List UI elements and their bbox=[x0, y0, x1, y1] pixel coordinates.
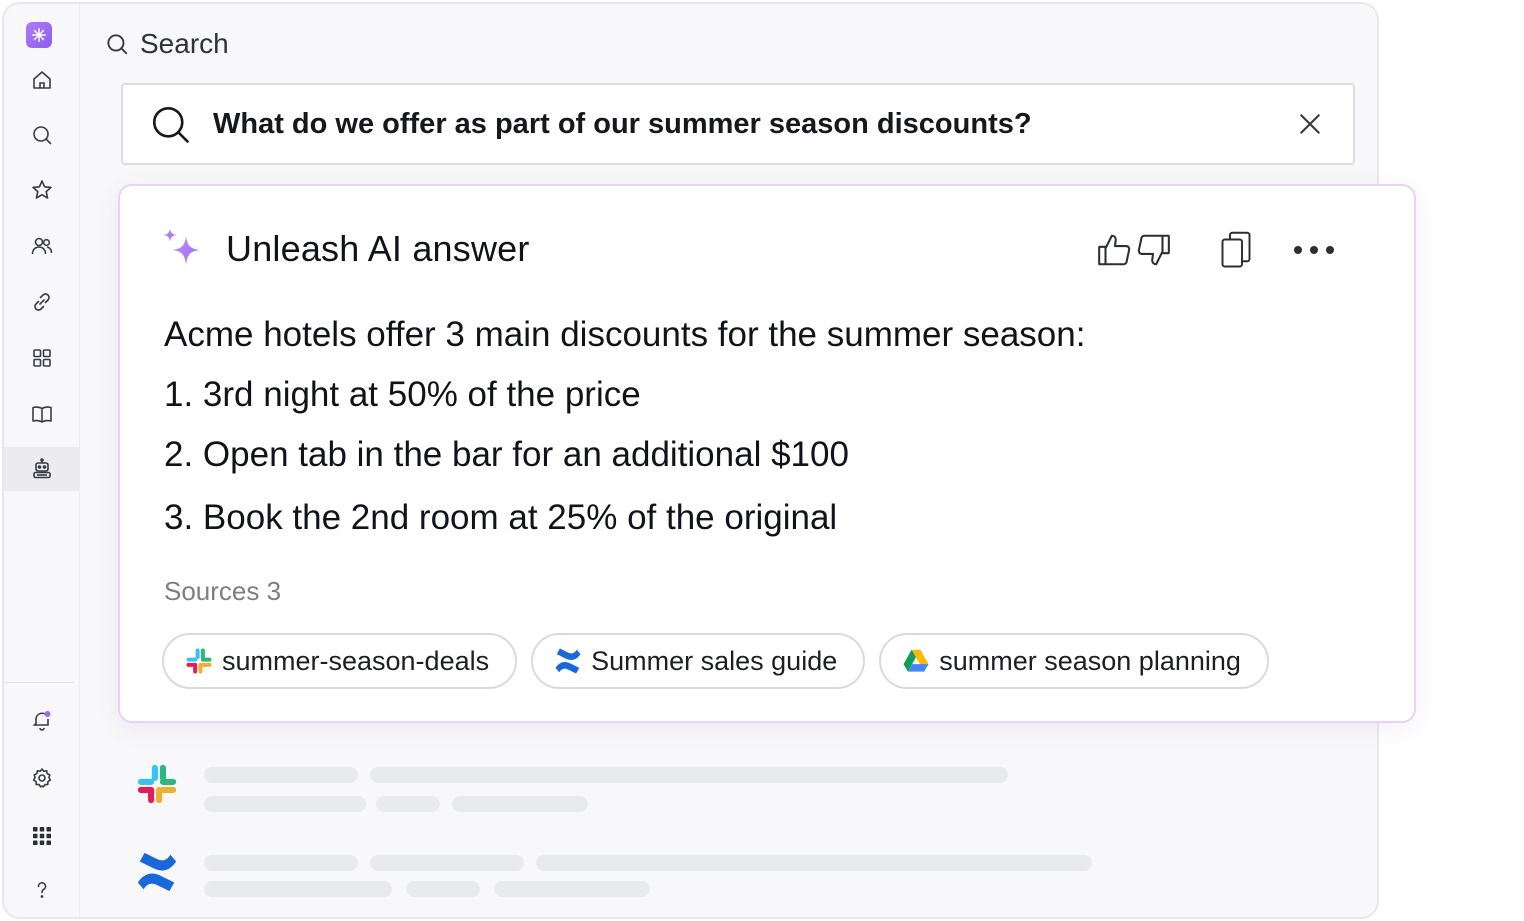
sources-label-text: Sources bbox=[164, 576, 260, 606]
sidebar-item-knowledge[interactable] bbox=[4, 392, 80, 436]
source-chips: summer-season-deals Summer sales guide s… bbox=[162, 633, 1269, 689]
sidebar-item-apps[interactable] bbox=[4, 336, 80, 380]
page-header-search[interactable]: Search bbox=[104, 24, 229, 64]
skeleton-line bbox=[204, 881, 392, 897]
answer-intro: Acme hotels offer 3 main discounts for t… bbox=[164, 315, 1086, 354]
sidebar-item-app-launcher[interactable] bbox=[4, 814, 80, 858]
confluence-icon bbox=[555, 648, 581, 674]
answer-item: 2. Open tab in the bar for an additional… bbox=[164, 435, 849, 474]
gear-icon bbox=[32, 768, 52, 788]
skeleton-line bbox=[370, 855, 524, 871]
copy-icon bbox=[1221, 231, 1251, 268]
ai-answer-header: Unleash AI answer bbox=[160, 226, 530, 272]
search-icon bbox=[152, 106, 189, 143]
more-options-button[interactable] bbox=[1254, 243, 1336, 257]
book-icon bbox=[32, 406, 52, 423]
source-chip-label: summer season planning bbox=[939, 645, 1241, 676]
sidebar-item-help[interactable] bbox=[4, 868, 80, 912]
users-icon bbox=[31, 237, 53, 255]
source-chip-confluence[interactable]: Summer sales guide bbox=[531, 633, 866, 689]
slack-icon bbox=[186, 648, 212, 674]
skeleton-line bbox=[204, 855, 358, 871]
sources-label: Sources 3 bbox=[164, 576, 281, 607]
sidebar-item-home[interactable] bbox=[4, 58, 80, 102]
skeleton-line bbox=[204, 796, 366, 812]
ai-answer-body: Acme hotels offer 3 main discounts for t… bbox=[164, 314, 1085, 557]
home-icon bbox=[33, 71, 51, 89]
confluence-icon bbox=[137, 852, 177, 892]
copy-button[interactable] bbox=[1172, 230, 1254, 270]
search-input[interactable]: What do we offer as part of our summer s… bbox=[121, 83, 1355, 165]
skeleton-line bbox=[376, 796, 440, 812]
grid-icon bbox=[33, 349, 51, 367]
google-drive-icon bbox=[903, 649, 929, 672]
help-icon bbox=[37, 882, 47, 898]
asterisk-icon bbox=[31, 27, 47, 43]
robot-icon bbox=[33, 458, 51, 479]
source-chip-slack[interactable]: summer-season-deals bbox=[162, 633, 518, 689]
sidebar-item-favorites[interactable] bbox=[4, 168, 80, 212]
sidebar-item-people[interactable] bbox=[4, 224, 80, 268]
star-icon bbox=[32, 180, 52, 199]
skeleton-line bbox=[452, 796, 588, 812]
source-chip-label: summer-season-deals bbox=[222, 645, 490, 676]
search-icon bbox=[33, 126, 52, 145]
skeleton-line bbox=[370, 767, 1008, 783]
thumbs-down-icon bbox=[1137, 234, 1170, 266]
sources-count: 3 bbox=[266, 576, 282, 606]
search-query-text[interactable]: What do we offer as part of our summer s… bbox=[213, 108, 1297, 141]
more-horizontal-icon bbox=[1294, 246, 1334, 254]
answer-item: 1. 3rd night at 50% of the price bbox=[164, 375, 641, 414]
skeleton-line bbox=[204, 767, 358, 783]
slack-icon bbox=[137, 764, 177, 804]
ai-answer-card: Unleash AI answer Acme hotels offer 3 ma… bbox=[118, 184, 1416, 723]
thumbs-up-button[interactable] bbox=[1096, 231, 1134, 269]
bell-icon bbox=[32, 711, 51, 731]
sidebar-item-assistant[interactable] bbox=[4, 447, 80, 491]
skeleton-line bbox=[406, 881, 480, 897]
skeleton-line bbox=[536, 855, 1092, 871]
thumbs-up-icon bbox=[1098, 234, 1131, 266]
source-chip-google-drive[interactable]: summer season planning bbox=[879, 633, 1269, 689]
thumbs-down-button[interactable] bbox=[1134, 231, 1172, 269]
sidebar-divider bbox=[4, 682, 74, 683]
sparkle-icon bbox=[163, 228, 200, 265]
sidebar bbox=[4, 4, 80, 917]
link-icon bbox=[34, 293, 50, 311]
sidebar-item-search[interactable] bbox=[4, 113, 80, 157]
skeleton-line bbox=[494, 881, 650, 897]
unleash-logo[interactable] bbox=[26, 22, 52, 48]
answer-item: 3. Book the 2nd room at 25% of the origi… bbox=[164, 498, 838, 537]
sidebar-item-settings[interactable] bbox=[4, 756, 80, 800]
close-icon[interactable] bbox=[1297, 111, 1323, 137]
sidebar-item-notifications[interactable] bbox=[4, 698, 80, 742]
ai-answer-title: Unleash AI answer bbox=[226, 228, 530, 269]
source-chip-label: Summer sales guide bbox=[591, 645, 838, 676]
sidebar-item-links[interactable] bbox=[4, 280, 80, 324]
page-title: Search bbox=[140, 28, 229, 59]
apps-grid-icon bbox=[33, 827, 51, 845]
search-icon bbox=[107, 34, 128, 55]
ai-answer-actions bbox=[1096, 230, 1336, 270]
